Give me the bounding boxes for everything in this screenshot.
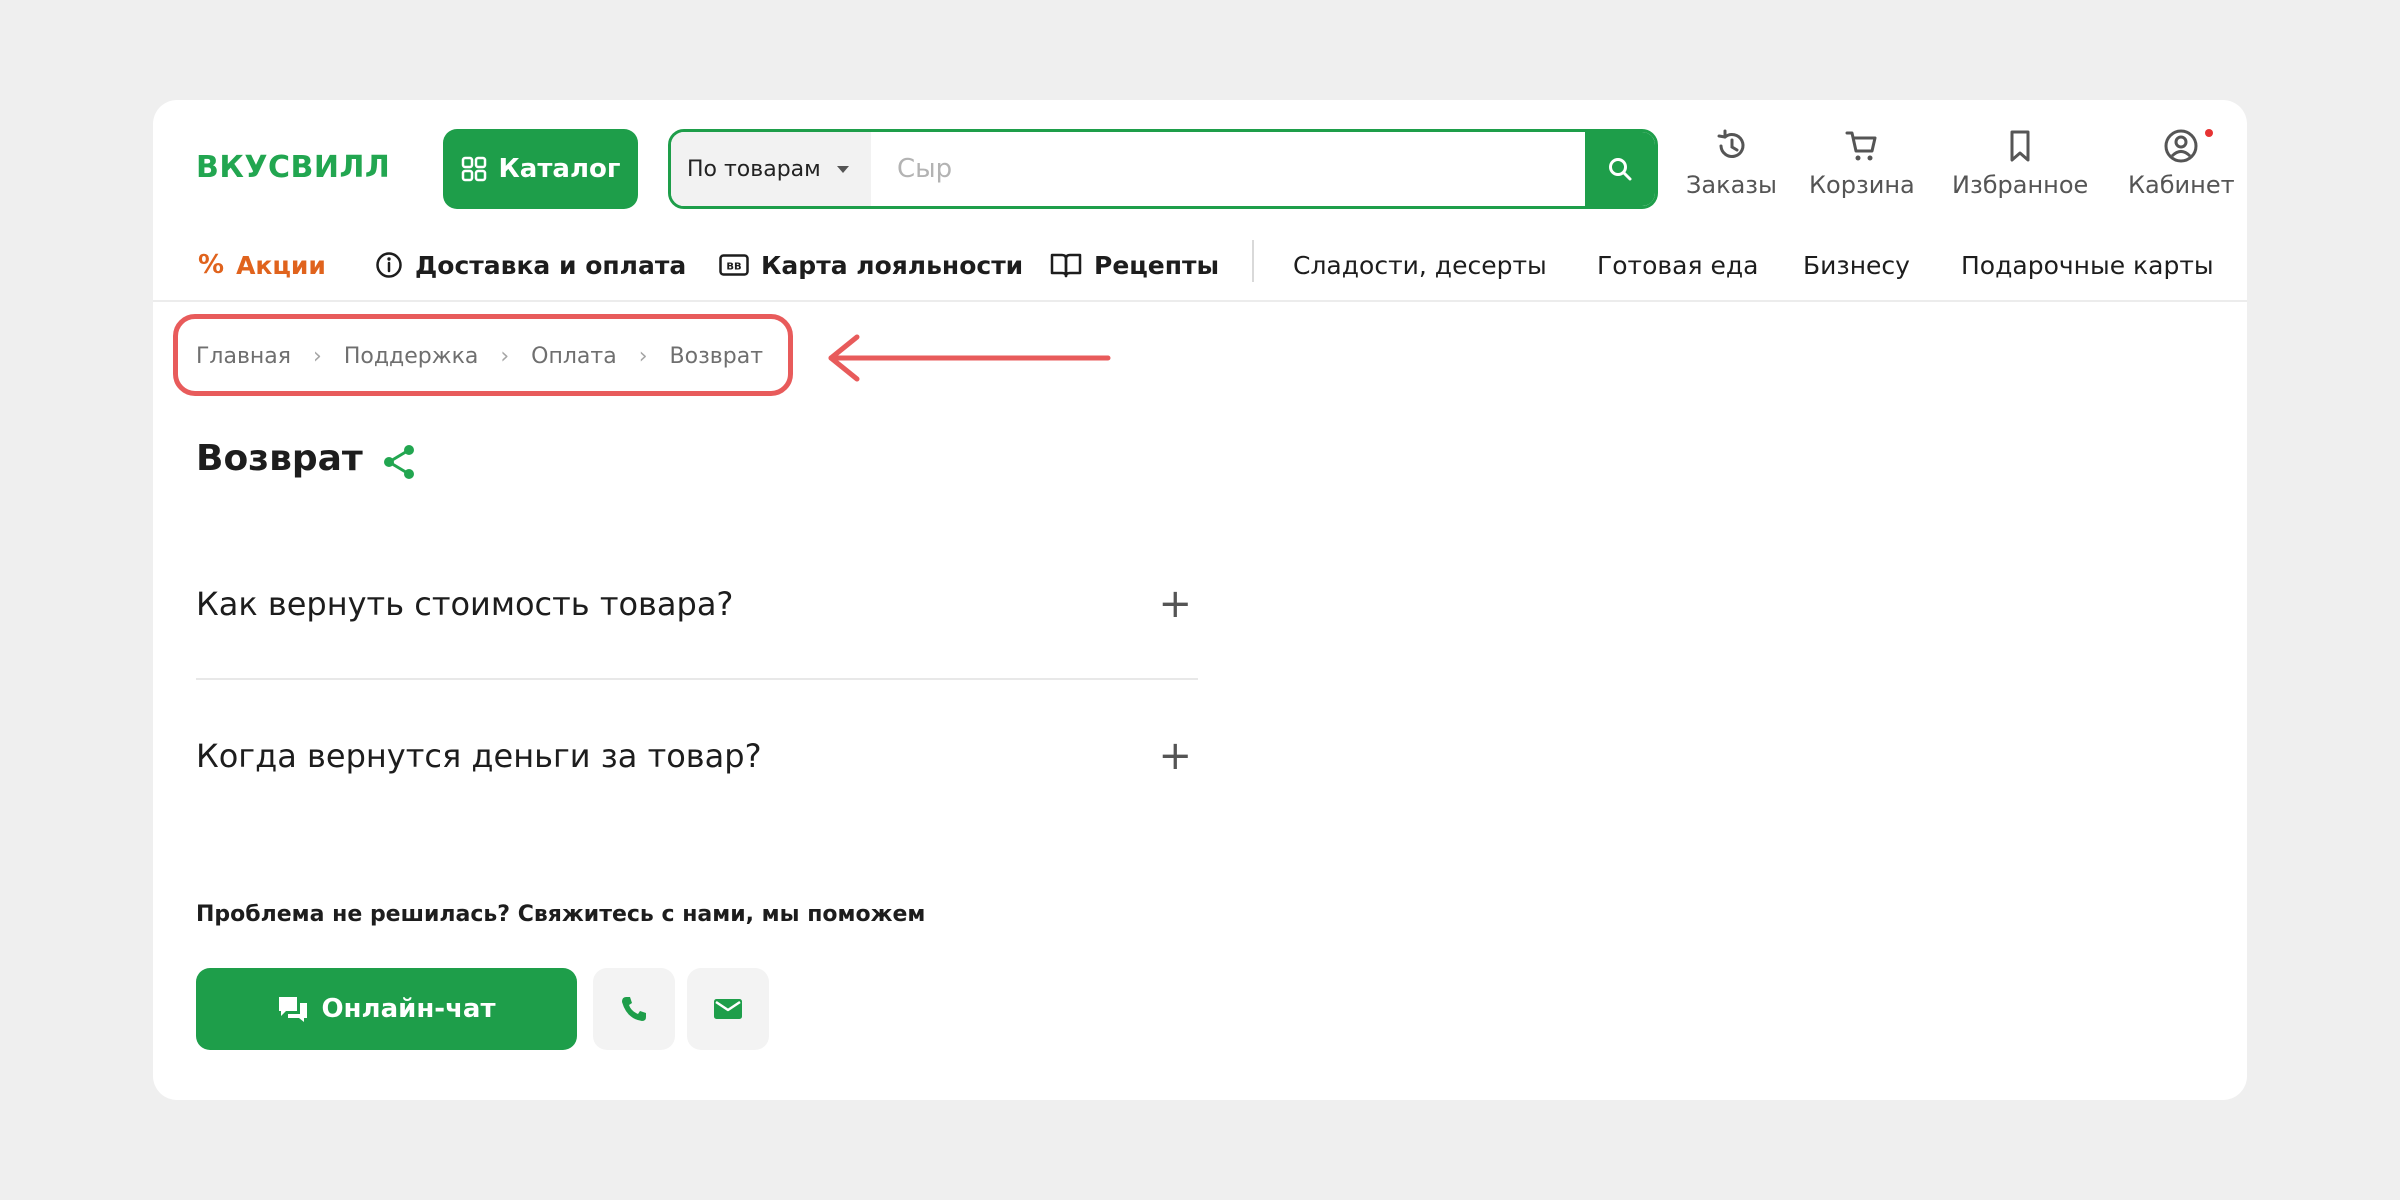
- notification-dot: [2204, 129, 2213, 137]
- search-scope-dropdown[interactable]: По товарам: [671, 132, 871, 206]
- logo[interactable]: ВКУСВИЛЛ: [196, 150, 390, 185]
- catalog-label: Каталог: [498, 154, 621, 184]
- nav-promo-label: Акции: [236, 250, 326, 280]
- cart-button[interactable]: Корзина: [1809, 127, 1915, 199]
- orders-button[interactable]: Заказы: [1686, 127, 1777, 199]
- loyalty-card-icon: BB: [719, 254, 749, 276]
- phone-button[interactable]: [593, 968, 675, 1050]
- cart-label: Корзина: [1809, 171, 1915, 199]
- search-bar: По товарам: [668, 129, 1658, 209]
- phone-icon: [622, 997, 646, 1021]
- nav-ready-food[interactable]: Готовая еда: [1597, 248, 1758, 282]
- page-card: ВКУСВИЛЛ Каталог По товарам Заказы: [153, 100, 2247, 1100]
- faq-question: Когда вернутся деньги за товар?: [196, 737, 762, 775]
- info-icon: [376, 252, 402, 278]
- share-icon[interactable]: [380, 442, 418, 482]
- search-scope-label: По товарам: [687, 156, 821, 182]
- nav-sweets[interactable]: Сладости, десерты: [1293, 248, 1547, 282]
- bookmark-icon: [2010, 130, 2030, 162]
- annotation-arrow-icon: [828, 334, 1111, 382]
- nav-delivery[interactable]: Доставка и оплата: [375, 248, 686, 282]
- email-button[interactable]: [687, 968, 769, 1050]
- annotation-highlight-box: [173, 314, 793, 396]
- faq-item[interactable]: Как вернуть стоимость товара? +: [196, 564, 1198, 644]
- cart-icon: [1845, 131, 1877, 161]
- nav-loyalty[interactable]: BB Карта лояльности: [719, 248, 1023, 282]
- book-icon: [1050, 253, 1082, 278]
- nav-recipes[interactable]: Рецепты: [1050, 248, 1219, 282]
- plus-icon: +: [1158, 581, 1192, 627]
- caret-down-icon: [836, 165, 849, 173]
- online-chat-label: Онлайн-чат: [321, 994, 496, 1024]
- percent-icon: %: [198, 250, 225, 280]
- nav-separator: [1252, 240, 1254, 282]
- faq-divider: [196, 678, 1198, 680]
- orders-label: Заказы: [1686, 171, 1778, 199]
- svg-text:BB: BB: [726, 262, 741, 273]
- mail-icon: [714, 999, 742, 1019]
- nav-recipes-label: Рецепты: [1094, 250, 1220, 280]
- search-button[interactable]: [1585, 132, 1655, 206]
- faq-question: Как вернуть стоимость товара?: [196, 585, 734, 623]
- catalog-button[interactable]: Каталог: [443, 129, 638, 209]
- user-icon: [2164, 129, 2198, 163]
- nav-business[interactable]: Бизнесу: [1803, 248, 1910, 282]
- nav-promo[interactable]: % Акции: [198, 248, 326, 282]
- nav-gift-cards[interactable]: Подарочные карты: [1961, 248, 2214, 282]
- nav-divider: [153, 300, 2247, 302]
- account-label: Кабинет: [2128, 171, 2235, 199]
- account-button[interactable]: Кабинет: [2128, 127, 2235, 199]
- search-icon: [1609, 158, 1632, 181]
- search-input[interactable]: [871, 132, 1585, 206]
- favorites-label: Избранное: [1952, 171, 2089, 199]
- grid-icon: [461, 156, 486, 182]
- chat-icon: [279, 997, 308, 1022]
- nav-loyalty-label: Карта лояльности: [761, 250, 1024, 280]
- nav-delivery-label: Доставка и оплата: [415, 250, 687, 280]
- contact-prompt: Проблема не решилась? Свяжитесь с нами, …: [196, 902, 926, 927]
- online-chat-button[interactable]: Онлайн-чат: [196, 968, 577, 1050]
- history-icon: [1717, 129, 1744, 158]
- page-title: Возврат: [196, 438, 363, 479]
- favorites-button[interactable]: Избранное: [1952, 127, 2088, 199]
- plus-icon: +: [1158, 733, 1192, 779]
- faq-item[interactable]: Когда вернутся деньги за товар? +: [196, 716, 1198, 796]
